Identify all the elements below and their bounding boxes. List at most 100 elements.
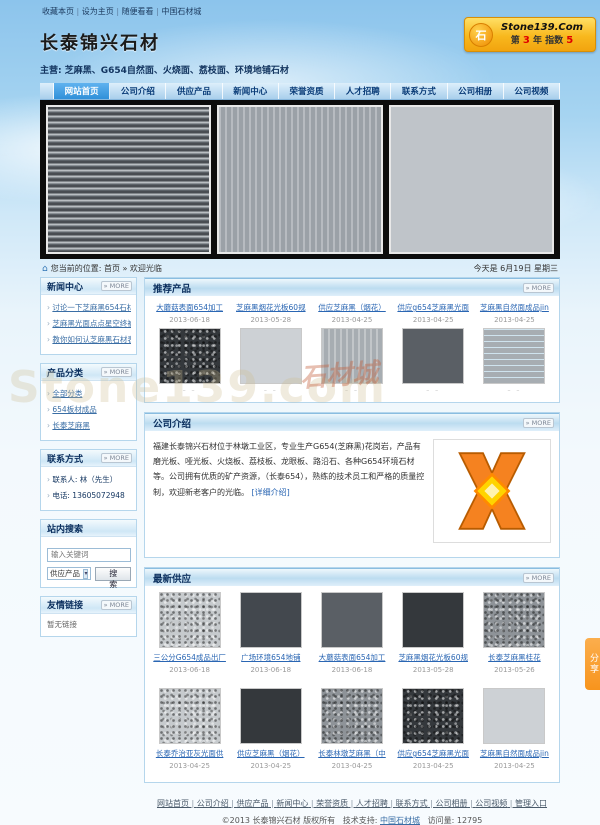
product-image[interactable] — [402, 592, 464, 648]
product-title-link[interactable]: 大蘑菇表面654加工 — [313, 652, 390, 663]
product-date: 2013-06-18 — [151, 666, 228, 674]
sidebar: 新闻中心 » MORE 讨论一下芝麻黑654石材的天 芝麻黑光面点点星空终被芯亮… — [40, 277, 137, 645]
detail-intro-link[interactable]: [详细介绍] — [252, 488, 290, 497]
nav-video[interactable]: 公司视频 — [504, 83, 560, 99]
product-image[interactable] — [159, 328, 221, 384]
product-date: 2013-05-28 — [395, 666, 472, 674]
share-button[interactable]: 分享 — [585, 638, 600, 690]
product-image[interactable] — [402, 688, 464, 744]
product-card: 供应芝麻黑（烟花） 2013-04-25 – – — [311, 302, 392, 394]
product-date: 2013-06-18 — [151, 316, 228, 324]
friend-links-title: 友情链接 — [47, 598, 83, 611]
category-box-title: 产品分类 — [47, 366, 83, 379]
product-date: 2013-05-26 — [476, 666, 553, 674]
nav-company-intro[interactable]: 公司介绍 — [110, 83, 166, 99]
nav-news[interactable]: 新闻中心 — [223, 83, 279, 99]
footer-link-album[interactable]: 公司相册 — [435, 799, 475, 808]
news-box-title: 新闻中心 — [47, 280, 83, 293]
product-image[interactable] — [402, 328, 464, 384]
latest-supply-more-button[interactable]: » MORE — [523, 573, 554, 583]
product-card: 长泰芝麻黑桂花 2013-05-26 — [474, 592, 555, 678]
nav-spacer — [40, 83, 54, 99]
product-title-link[interactable]: 长泰林墩芝麻黑（中 — [313, 748, 390, 759]
news-item: 讨论一下芝麻黑654石材的天 — [47, 300, 131, 316]
news-box: 新闻中心 » MORE 讨论一下芝麻黑654石材的天 芝麻黑光面点点星空终被芯亮… — [40, 277, 137, 355]
product-image[interactable] — [240, 328, 302, 384]
product-image[interactable] — [321, 688, 383, 744]
footer-link-honors[interactable]: 荣誉资质 — [316, 799, 356, 808]
product-image[interactable] — [321, 328, 383, 384]
footer-link-news[interactable]: 新闻中心 — [276, 799, 316, 808]
footer-link-video[interactable]: 公司视频 — [475, 799, 515, 808]
product-image[interactable] — [483, 592, 545, 648]
contact-more-button[interactable]: » MORE — [101, 453, 132, 463]
support-link[interactable]: 中国石材城 — [380, 816, 420, 825]
friend-links-more-button[interactable]: » MORE — [101, 600, 132, 610]
home-icon: ⌂ — [42, 264, 48, 274]
contact-person: 联系人: 林（先生） — [47, 472, 131, 488]
search-button[interactable]: 搜 索 — [95, 567, 131, 581]
nav-products[interactable]: 供应产品 — [166, 83, 222, 99]
product-image[interactable] — [483, 328, 545, 384]
product-title-link[interactable]: 广场环境654地铺 — [232, 652, 309, 663]
product-title-link[interactable]: 供应芝麻黑（烟花） — [232, 748, 309, 759]
product-title-link[interactable]: 芝麻黑烟花光板60规 — [395, 652, 472, 663]
footer-link-home[interactable]: 网站首页 — [157, 799, 197, 808]
footer-link-admin[interactable]: 管理入口 — [515, 799, 547, 808]
company-intro-more-button[interactable]: » MORE — [523, 418, 554, 428]
search-category-select[interactable]: 供应产品 ▾ — [47, 567, 91, 580]
nav-recruitment[interactable]: 人才招聘 — [335, 83, 391, 99]
product-card: 芝麻黑自然面成品jin 2013-04-25 — [474, 688, 555, 774]
search-input[interactable] — [47, 548, 131, 562]
footer-link-recruitment[interactable]: 人才招聘 — [356, 799, 396, 808]
product-title-link[interactable]: 芝麻黑自然面成品jin — [476, 748, 553, 759]
product-title-link[interactable]: 长泰芝麻黑桂花 — [476, 652, 553, 663]
product-title-link[interactable]: 芝麻黑自然面成品jin — [476, 302, 553, 313]
product-card: 供应g654芝麻黑光面 2013-04-25 — [393, 688, 474, 774]
category-more-button[interactable]: » MORE — [101, 367, 132, 377]
product-title-link[interactable]: 三公分G654成品出厂 — [151, 652, 228, 663]
page: 收藏本页 设为主页 随便看看 中国石材城 长泰锦兴石材 主营: 芝麻黑、G654… — [40, 0, 560, 825]
nav-contact[interactable]: 联系方式 — [391, 83, 447, 99]
nav-album[interactable]: 公司相册 — [448, 83, 504, 99]
company-intro-section: 公司介绍 » MORE 福建长泰锦兴石材位于林墩工业区，专业生产G654(芝麻黑… — [144, 412, 560, 558]
product-image[interactable] — [240, 592, 302, 648]
link-china-stone-city[interactable]: 中国石材城 — [161, 7, 201, 16]
footer-link-intro[interactable]: 公司介绍 — [197, 799, 237, 808]
chevron-down-icon: ▾ — [83, 569, 88, 579]
product-image[interactable] — [483, 688, 545, 744]
category-item: 长泰芝麻黑 — [47, 418, 131, 434]
product-card: 长泰林墩芝麻黑（中 2013-04-25 — [311, 688, 392, 774]
recommended-more-button[interactable]: » MORE — [523, 283, 554, 293]
product-card: 长泰乔治亚灰光面供 2013-04-25 — [149, 688, 230, 774]
product-image[interactable] — [240, 688, 302, 744]
breadcrumb-row: ⌂您当前的位置: 首页 » 欢迎光临 今天是 6月19日 星期三 — [40, 259, 560, 277]
product-title-link[interactable]: 供应g654芝麻黑光面 — [395, 748, 472, 759]
product-date: 2013-06-18 — [313, 666, 390, 674]
stone139-badge[interactable]: 石 Stone139.Com 第 3 年 指数 5 — [464, 17, 596, 52]
link-browse-around[interactable]: 随便看看 — [122, 7, 162, 16]
product-title-link[interactable]: 大蘑菇表面654加工 — [151, 302, 228, 313]
link-bookmark-page[interactable]: 收藏本页 — [42, 7, 82, 16]
product-image[interactable] — [321, 592, 383, 648]
nav-home[interactable]: 网站首页 — [54, 83, 110, 99]
product-title-link[interactable]: 供应g654芝麻黑光面 — [395, 302, 472, 313]
category-item: 654板材成品 — [47, 402, 131, 418]
nav-honors[interactable]: 荣誉资质 — [279, 83, 335, 99]
product-title-link[interactable]: 长泰乔治亚灰光面供 — [151, 748, 228, 759]
product-title-link[interactable]: 芝麻黑烟花光板60规 — [232, 302, 309, 313]
product-image[interactable] — [159, 688, 221, 744]
footer-link-products[interactable]: 供应产品 — [237, 799, 277, 808]
product-date: 2013-04-25 — [395, 762, 472, 770]
link-set-homepage[interactable]: 设为主页 — [82, 7, 122, 16]
footer-link-contact[interactable]: 联系方式 — [396, 799, 436, 808]
contact-phone: 电话: 13605072948 — [47, 488, 131, 504]
news-item: 芝麻黑光面点点星空终被芯亮 — [47, 316, 131, 332]
recommended-products-section: 推荐产品 » MORE 大蘑菇表面654加工 2013-06-18 – – 芝麻… — [144, 277, 560, 403]
product-title-link[interactable]: 供应芝麻黑（烟花） — [313, 302, 390, 313]
search-box-title: 站内搜索 — [47, 522, 83, 535]
product-image[interactable] — [159, 592, 221, 648]
stone139-seal-icon: 石 — [469, 23, 493, 47]
product-date: 2013-04-25 — [313, 762, 390, 770]
news-more-button[interactable]: » MORE — [101, 281, 132, 291]
